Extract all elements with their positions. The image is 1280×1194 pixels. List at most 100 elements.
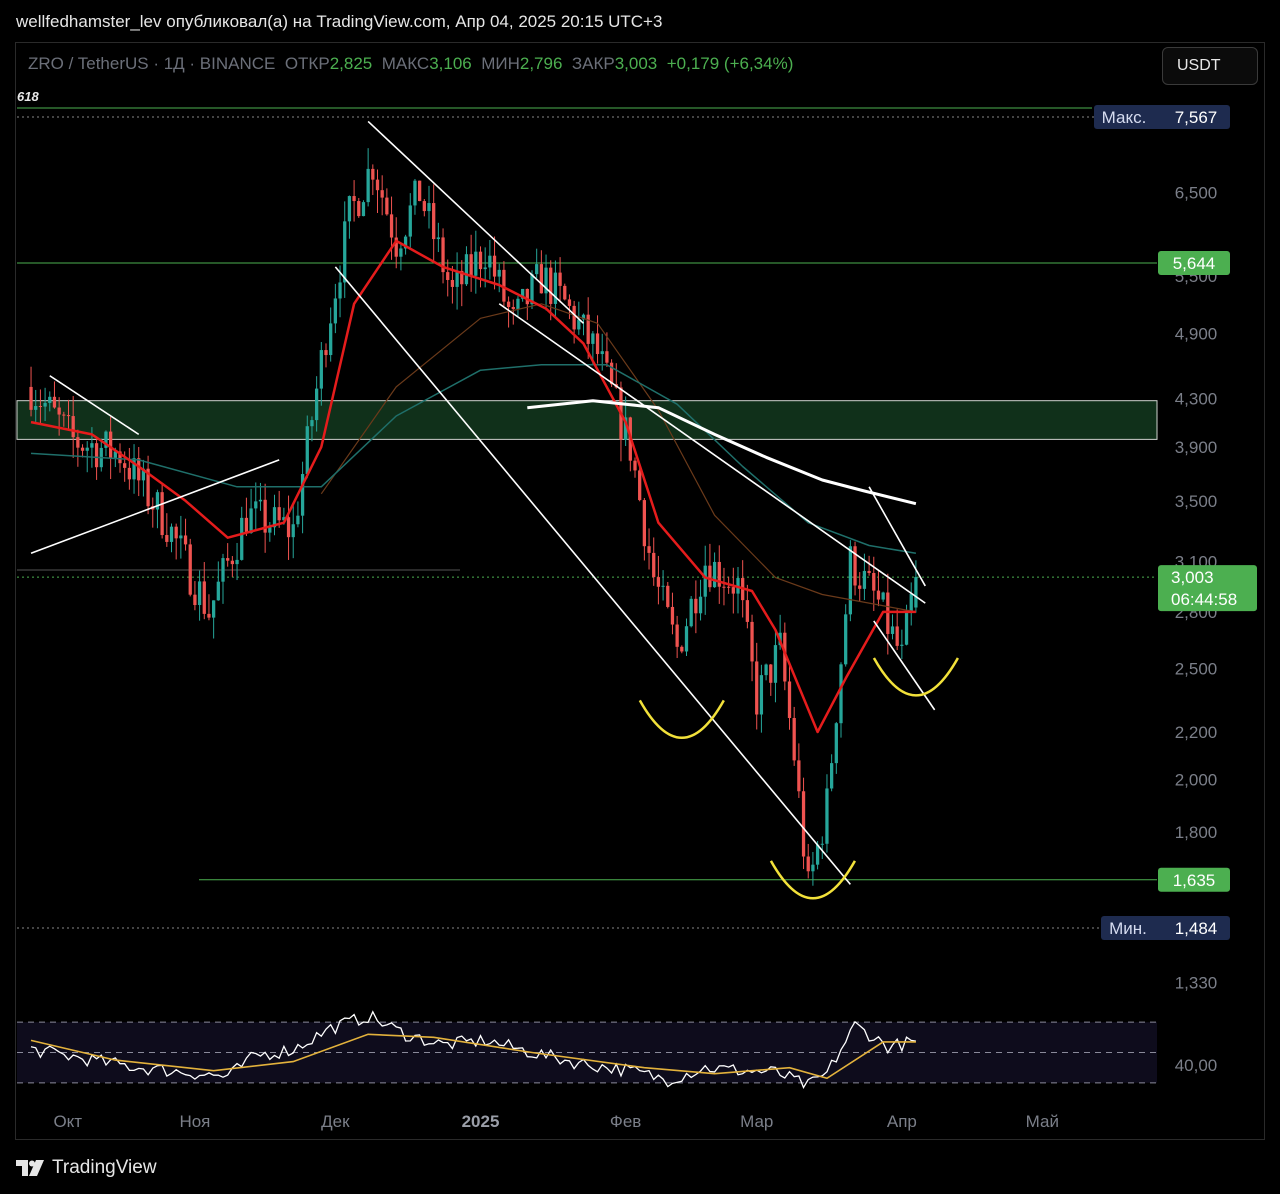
candle-body [343,221,347,283]
candle-body [422,201,426,212]
candle-body [123,463,127,468]
candle-body [647,546,651,553]
time-tick-label: Ноя [179,1112,210,1131]
time-tick-label: Апр [887,1112,917,1131]
candle-body [876,590,881,600]
candle-body [745,600,750,622]
candle-body [380,190,384,198]
candle-body [329,323,333,356]
candle-body [436,237,441,240]
candle-body [446,272,450,280]
candle-body [52,396,57,408]
candle-body [867,570,871,573]
candle-body [694,598,698,614]
candle-body [661,585,665,587]
candle-body [549,267,553,304]
candle-body [914,577,918,608]
candle-body [750,621,754,662]
candle-body [254,501,258,509]
price-tick-label: 1,330 [1175,974,1218,993]
candle-body [455,270,459,287]
price-tick-label: 1,800 [1175,823,1218,842]
time-tick-label: Окт [53,1112,82,1131]
candle-body [829,763,834,789]
price-tick-label: 6,500 [1175,184,1218,203]
candle-body [408,205,412,237]
candle-body [324,350,328,356]
candle-body [85,447,89,451]
candle-body [811,864,815,872]
candle-body [221,558,225,582]
candle-body [94,443,99,468]
candle-body [844,614,848,665]
candle-body [516,298,520,310]
candle-body [193,594,197,606]
price-tick-label: 4,900 [1175,324,1218,343]
candle-body [258,499,263,502]
candle-body [708,565,712,588]
candle-body [417,180,422,202]
candle-body [432,203,436,240]
candle-body [230,560,235,565]
resistance-zone [16,400,1158,440]
tradingview-logo[interactable]: TradingView [16,1157,157,1179]
candle-body [755,661,759,715]
candle-body [652,552,656,578]
candle-body [305,426,309,475]
trendline-6 [868,486,926,587]
candle-body [296,515,300,525]
candle-body [352,196,356,202]
candle-body [76,437,80,448]
candle-body [464,254,469,285]
candle-body [179,535,183,539]
candle-body [286,517,291,538]
candle-body [361,202,366,217]
candle-body [165,535,169,542]
candle-body [488,255,492,268]
candle-body [764,664,768,676]
candle-body [57,407,61,415]
candle-body [197,581,202,606]
candles-group [29,148,918,886]
candle-body [895,626,899,646]
candle-body [886,592,890,634]
candle-body [202,581,206,614]
candle-body [127,467,132,480]
trendline-5 [498,303,926,604]
candle-body [244,517,249,534]
candle-body [900,644,904,646]
candle-body [539,264,544,294]
candle-body [497,269,501,277]
candle-body [633,460,637,471]
annotation-arc-1 [638,699,725,740]
time-tick-label: 2025 [462,1112,500,1131]
price-tick-label: 3,500 [1175,492,1218,511]
candle-body [638,470,642,501]
candle-body [333,298,338,324]
tradingview-logo-icon [16,1160,44,1176]
tradingview-brand: TradingView [52,1157,157,1178]
candle-body [357,201,361,217]
candle-body [483,267,487,270]
price-tick-label: 3,900 [1175,438,1218,457]
price-chart[interactable]: 6,5005,5004,9004,3003,9003,5003,1002,800… [0,0,1280,1194]
candle-body [34,406,38,410]
candle-body [801,791,806,857]
candle-body [703,565,707,597]
candle-body [137,458,141,481]
candle-body [338,282,342,299]
candle-body [235,559,239,565]
candle-body [347,196,352,222]
candle-body [862,570,867,589]
time-tick-label: Май [1026,1112,1059,1131]
candle-body [474,251,478,276]
candle-body [553,272,558,304]
candle-body [872,572,876,591]
candle-body [769,664,773,683]
candle-body [90,443,94,448]
candle-body [319,350,323,389]
candle-body [792,718,796,761]
candle-body [726,586,731,588]
candle-body [211,600,216,618]
price-tick-label: 2,200 [1175,723,1218,742]
